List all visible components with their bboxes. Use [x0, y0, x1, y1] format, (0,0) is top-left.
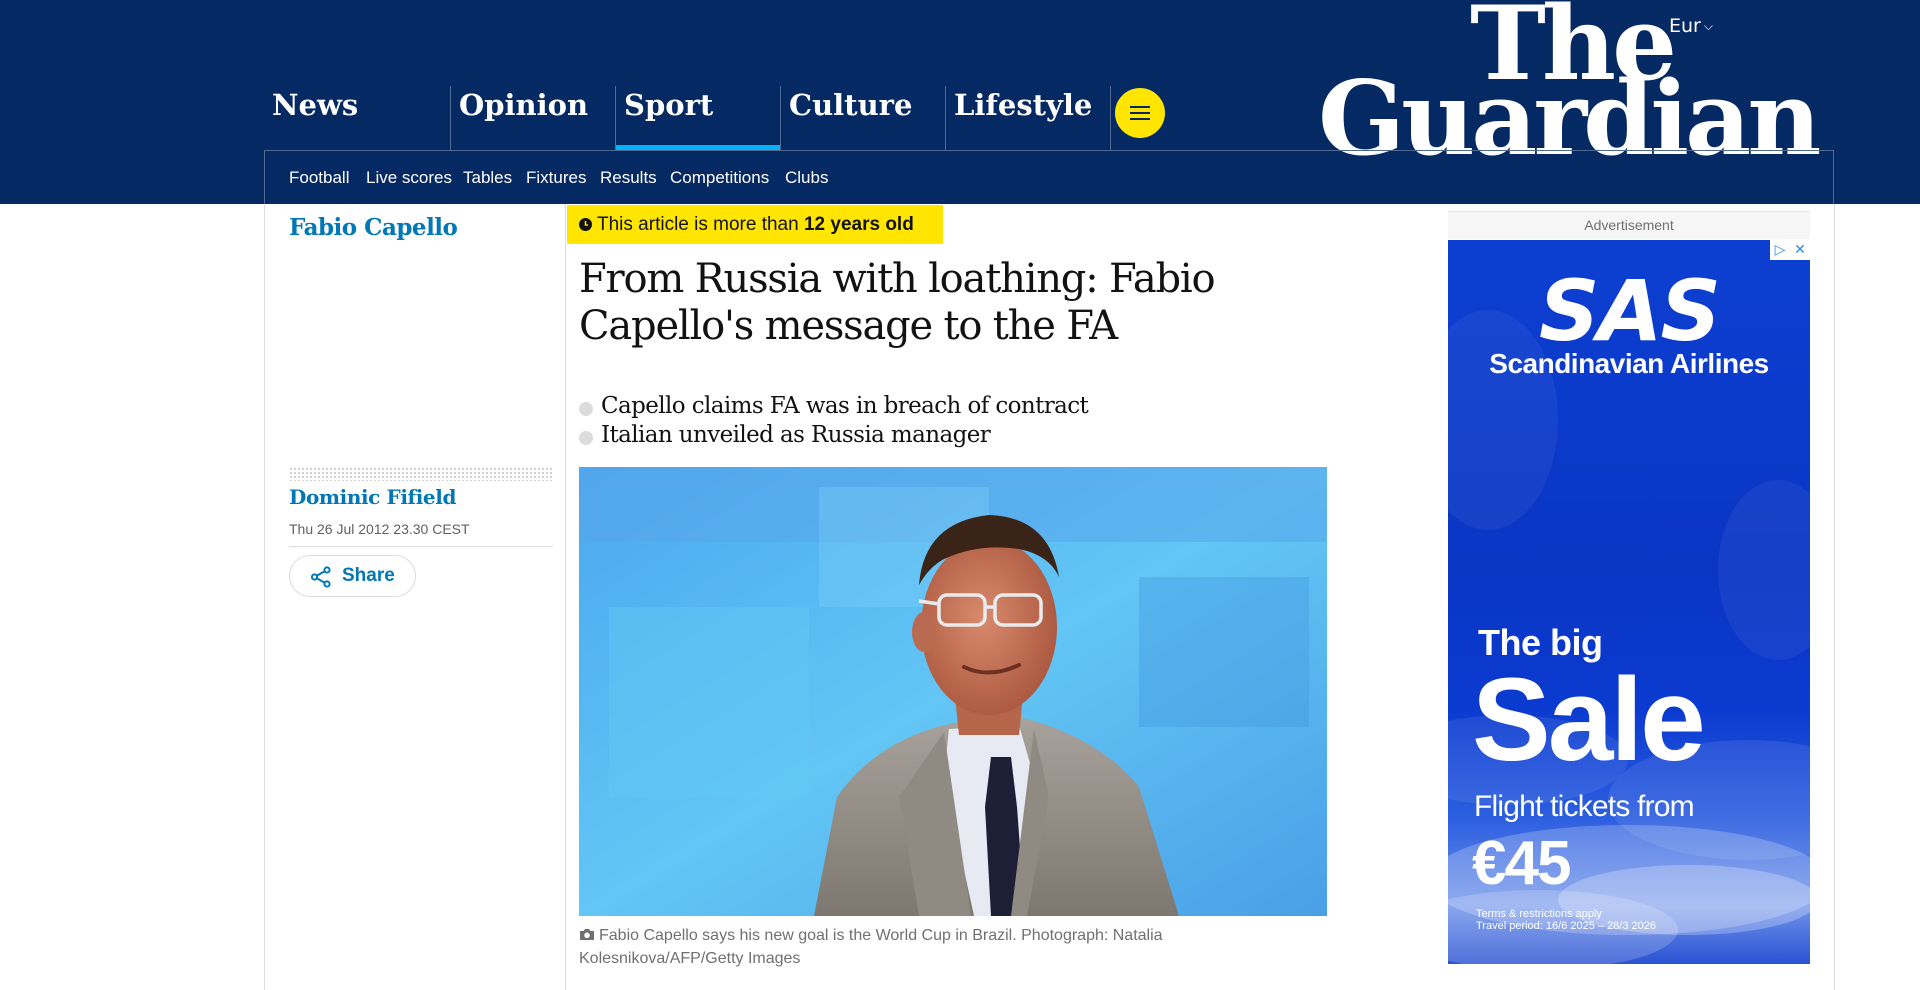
column-divider	[1834, 204, 1835, 990]
advertisement-label: Advertisement	[1448, 211, 1810, 239]
menu-button[interactable]	[1115, 88, 1165, 138]
main-article-image[interactable]	[579, 467, 1327, 916]
article-age-warning: This article is more than 12 years old	[567, 205, 943, 244]
subnav-live-scores[interactable]: Live scores	[366, 168, 452, 188]
close-icon[interactable]: ✕	[1790, 240, 1810, 260]
meta-divider	[289, 546, 553, 547]
guardian-logo[interactable]: The Guardian	[1318, 0, 1821, 180]
pillar-sport[interactable]: Sport	[615, 86, 780, 150]
ad-terms-line: Travel period: 16/6 2025 – 28/3 2026	[1476, 920, 1657, 932]
image-caption: Fabio Capello says his new goal is the W…	[579, 924, 1259, 970]
share-icon	[310, 566, 331, 588]
publish-date: Thu 26 Jul 2012 23.30 CEST	[289, 521, 470, 537]
series-tag-link[interactable]: Fabio Capello	[289, 214, 458, 241]
pillar-culture[interactable]: Culture	[780, 86, 945, 150]
share-label: Share	[342, 565, 395, 586]
ad-headline-large: Sale	[1472, 654, 1706, 786]
share-button[interactable]: Share	[289, 555, 416, 597]
subnav-results[interactable]: Results	[600, 168, 657, 188]
subnav-competitions[interactable]: Competitions	[670, 168, 769, 188]
age-warning-emphasis: 12 years old	[803, 214, 914, 235]
column-divider	[565, 204, 566, 990]
meta-dotted-divider	[289, 467, 553, 481]
standfirst-list: Capello claims FA was in breach of contr…	[579, 392, 1089, 450]
ad-price: €45	[1472, 829, 1571, 898]
sas-advert[interactable]: ▷ ✕ SAS Scandinavian Airlines The big Sa…	[1448, 240, 1810, 964]
menu-icon	[1130, 106, 1150, 108]
pillar-lifestyle[interactable]: Lifestyle	[945, 86, 1110, 150]
ad-terms-line: Terms & restrictions apply	[1476, 908, 1602, 920]
logo-line-2: Guardian	[1318, 59, 1821, 180]
author-link[interactable]: Dominic Fifield	[289, 485, 456, 509]
ad-offer-line: Flight tickets from	[1474, 790, 1695, 823]
ad-airline-name: Scandinavian Airlines	[1489, 348, 1769, 379]
sport-subnav: Football Live scores Tables Fixtures Res…	[264, 150, 1834, 204]
masthead: Eur ⌵ The Guardian News Opinion Sport Cul…	[0, 0, 1920, 204]
ad-terms: Terms & restrictions apply Travel period…	[1476, 908, 1656, 932]
subnav-football[interactable]: Football	[289, 168, 349, 188]
standfirst-item: Capello claims FA was in breach of contr…	[579, 392, 1089, 421]
ad-brand-logo: SAS	[1538, 262, 1721, 360]
standfirst-item: Italian unveiled as Russia manager	[579, 421, 1088, 450]
subnav-clubs[interactable]: Clubs	[785, 168, 828, 188]
article-headline: From Russia with loathing: Fabio Capello…	[579, 256, 1216, 349]
portrait-photo	[579, 467, 1327, 916]
camera-icon	[580, 929, 594, 940]
pillar-news[interactable]: News	[264, 86, 429, 150]
subnav-fixtures[interactable]: Fixtures	[526, 168, 586, 188]
subnav-tables[interactable]: Tables	[463, 168, 512, 188]
age-warning-prefix: This article is more than	[597, 214, 799, 235]
caption-text: Fabio Capello says his new goal is the W…	[579, 927, 1163, 967]
adchoices-icon[interactable]: ▷	[1770, 240, 1790, 260]
column-divider	[264, 204, 265, 990]
clock-icon	[579, 218, 592, 231]
pillar-divider	[1110, 86, 1111, 150]
ad-controls[interactable]: ▷ ✕	[1770, 240, 1810, 260]
pillar-opinion[interactable]: Opinion	[450, 86, 615, 150]
